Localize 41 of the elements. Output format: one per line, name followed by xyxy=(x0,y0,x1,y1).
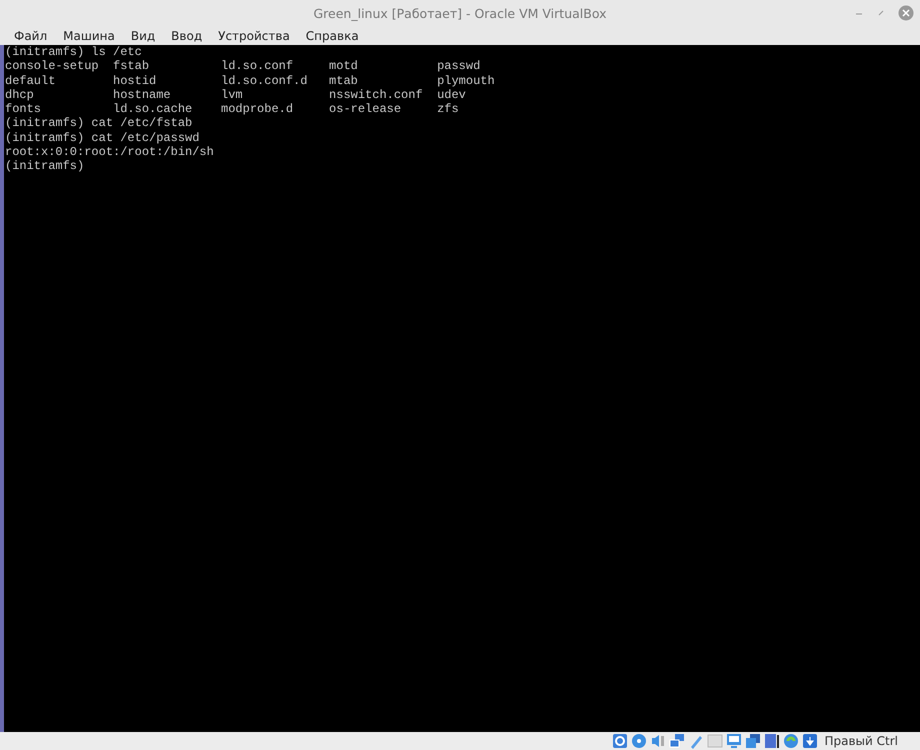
file-name: modprobe.d xyxy=(221,102,294,116)
file-name: os-release xyxy=(329,102,402,116)
file-name: lvm xyxy=(221,88,243,102)
menu-item[interactable]: Машина xyxy=(55,28,123,42)
menu-item[interactable]: Устройства xyxy=(210,28,298,42)
menu-item[interactable]: Файл xyxy=(6,28,56,42)
file-name: plymouth xyxy=(437,74,495,88)
file-name: udev xyxy=(437,88,466,102)
file-name: fonts xyxy=(5,102,42,116)
console-line: root:x:0:0:root:/root:/bin/sh xyxy=(5,145,214,160)
file-name: hostname xyxy=(113,88,171,102)
file-name: ld.so.conf.d xyxy=(221,74,308,88)
display-icon[interactable] xyxy=(726,733,742,749)
optical-disc-icon[interactable] xyxy=(631,733,648,749)
file-name: hostid xyxy=(113,74,156,88)
file-name: console-setup xyxy=(5,59,99,74)
console-line: (initramfs) cat /etc/passwd xyxy=(5,130,200,146)
file-name: passwd xyxy=(437,59,480,74)
file-name: zfs xyxy=(437,102,459,116)
close-icon[interactable] xyxy=(898,5,914,21)
audio-icon[interactable] xyxy=(650,733,666,749)
host-key-label: Правый Ctrl xyxy=(824,734,898,748)
menu-item[interactable]: Вид xyxy=(122,28,164,42)
file-name: motd xyxy=(329,59,358,74)
menu-item[interactable]: Ввод xyxy=(163,28,210,42)
window-title: Green_linux [Работает] - Oracle VM VirtualBox xyxy=(314,6,606,20)
file-name: fstab xyxy=(113,59,150,74)
menu-item[interactable]: Справка xyxy=(298,28,367,42)
file-name: dhcp xyxy=(5,88,34,102)
keyboard-capture-icon[interactable] xyxy=(802,733,818,749)
console-line: (initramfs) cat /etc/fstab xyxy=(5,116,192,131)
file-name: nsswitch.conf xyxy=(329,88,423,102)
file-name: ld.so.cache xyxy=(113,102,192,116)
file-name: default xyxy=(5,74,56,88)
console-line: (initramfs) ls /etc xyxy=(5,45,142,60)
network-icon[interactable] xyxy=(669,733,686,749)
file-name: mtab xyxy=(329,74,358,88)
console-line: (initramfs) xyxy=(5,159,84,174)
file-name: ld.so.conf xyxy=(221,59,294,74)
hard-disk-icon[interactable] xyxy=(612,733,628,749)
video-capture-icon[interactable] xyxy=(745,733,762,749)
